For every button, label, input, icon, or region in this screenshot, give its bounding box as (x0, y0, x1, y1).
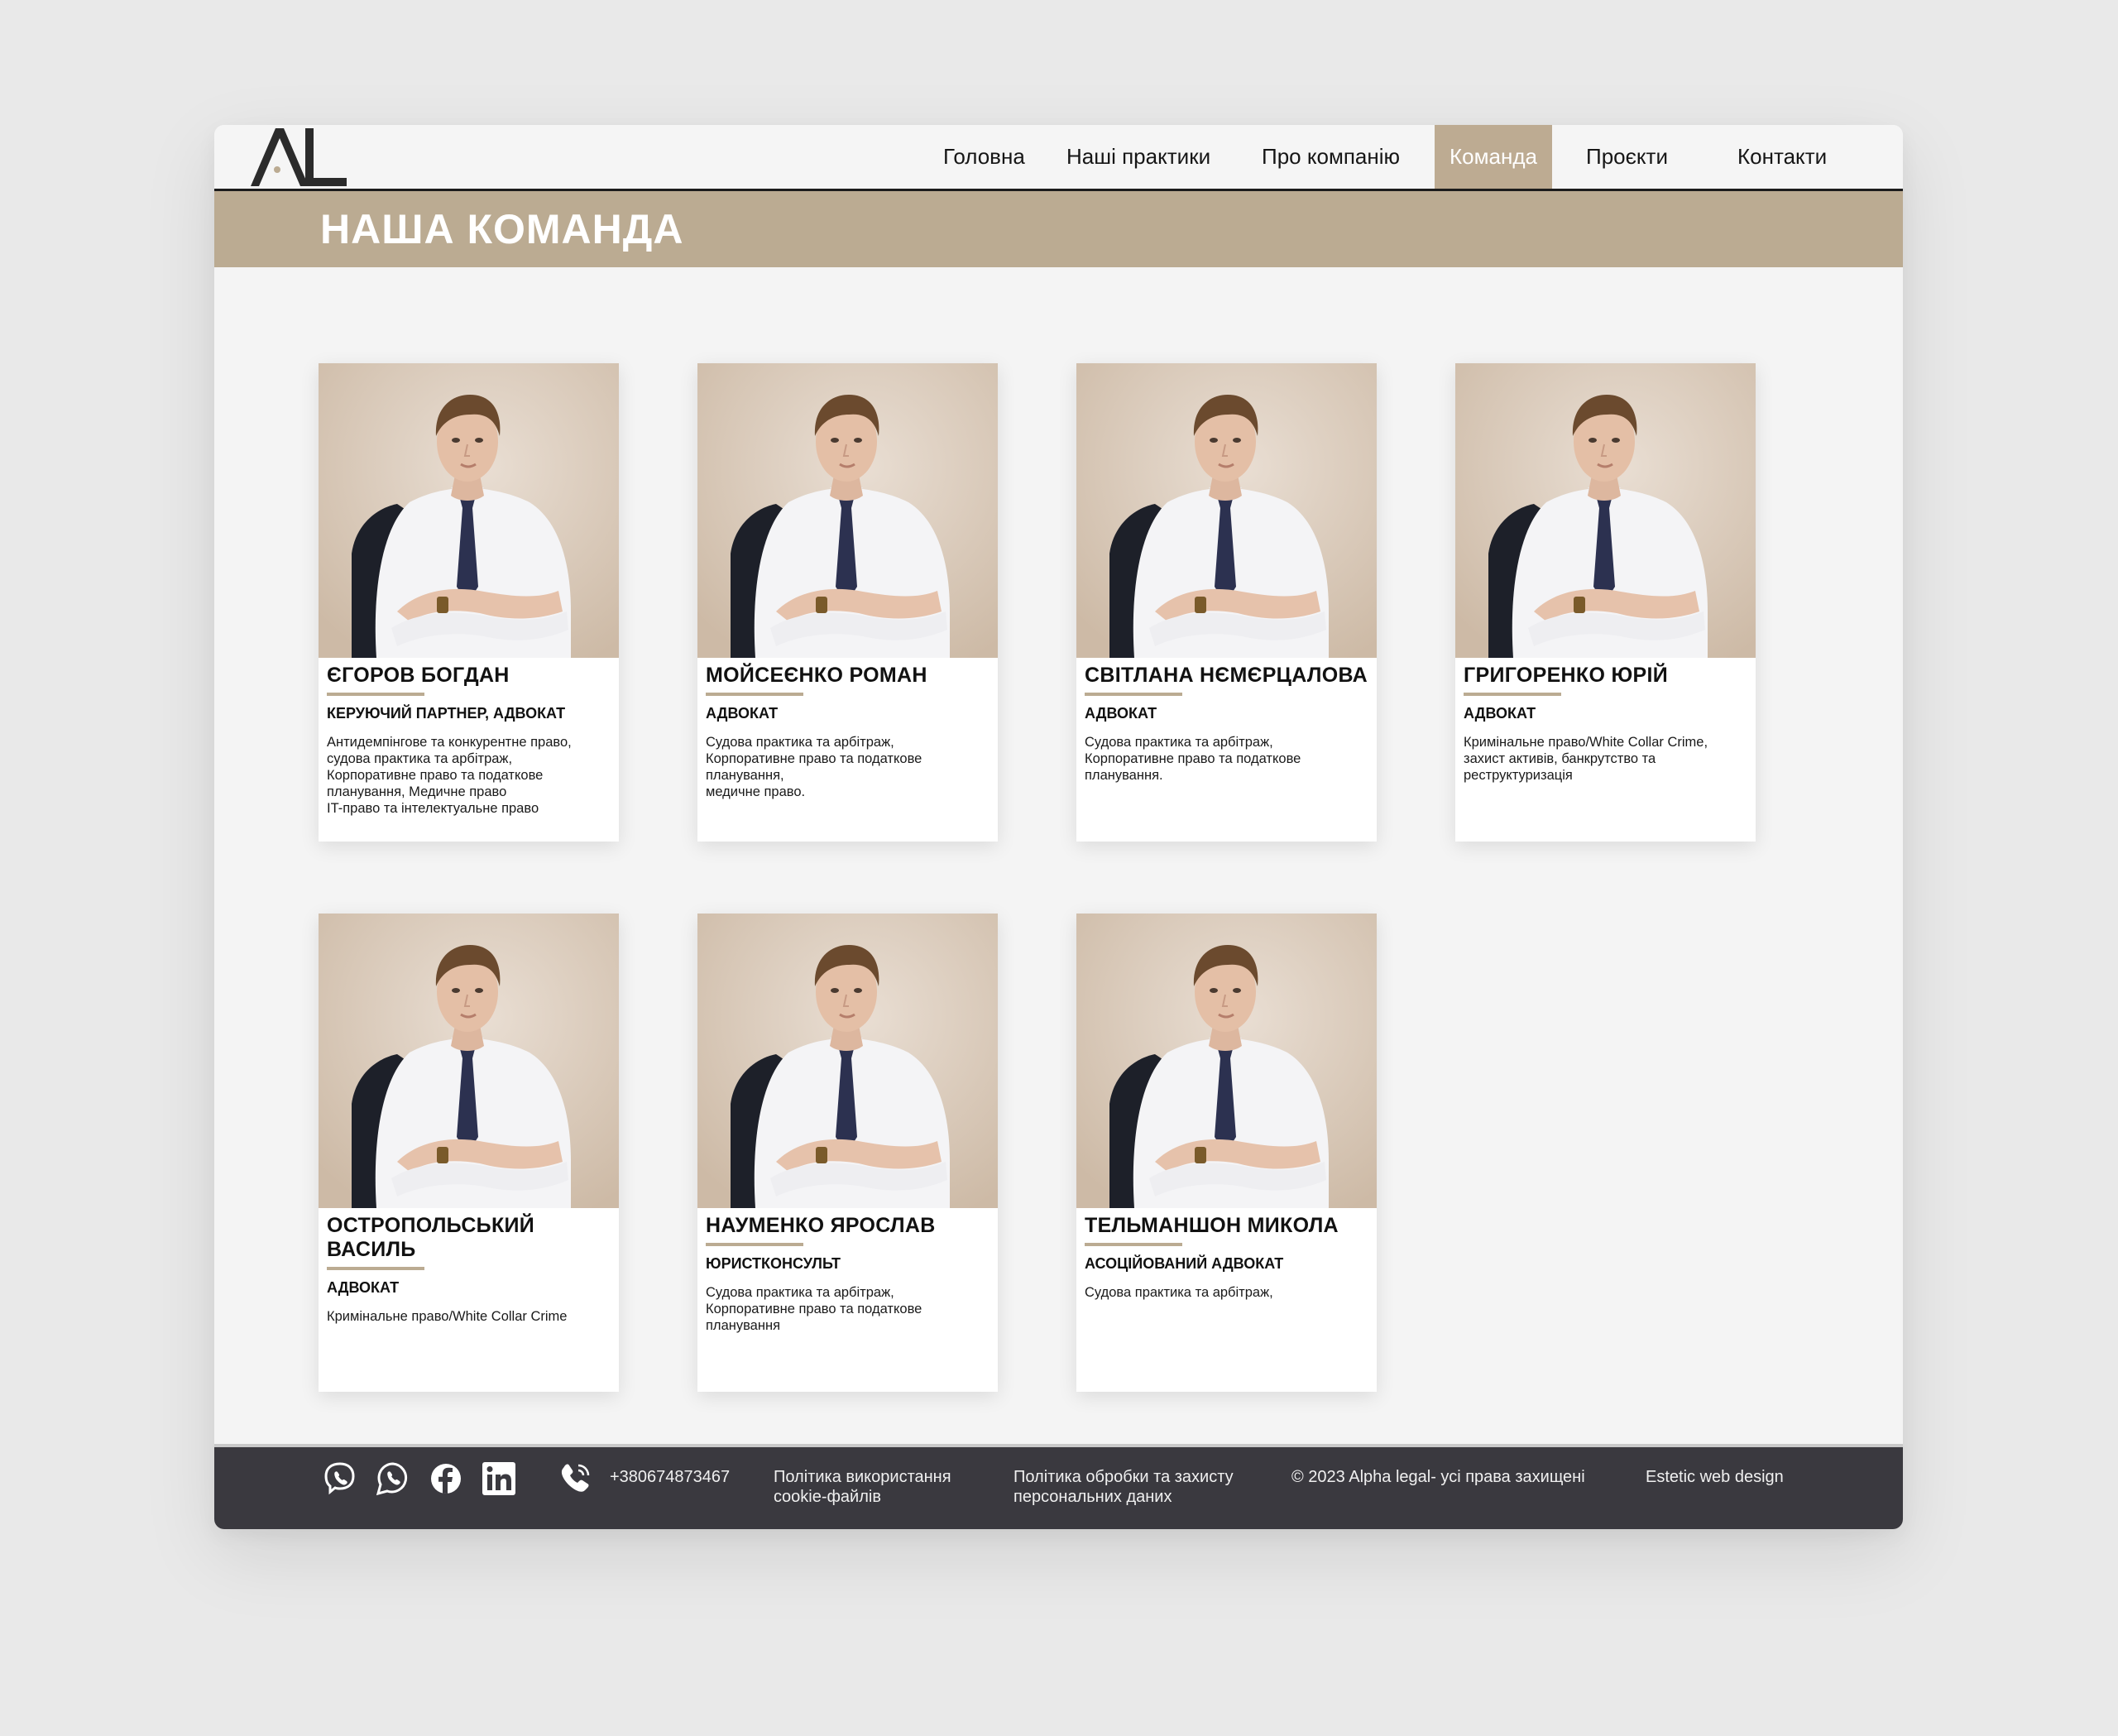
viber-icon[interactable] (322, 1460, 358, 1497)
member-photo (1076, 914, 1377, 1208)
member-name: ТЕЛЬМАНШОН МИКОЛА (1085, 1214, 1339, 1237)
member-description: Антидемпінгове та конкурентне право, суд… (327, 735, 572, 816)
accent-divider (706, 693, 803, 696)
member-photo (319, 363, 619, 658)
accent-divider (706, 1243, 803, 1246)
member-description: Судова практика та арбітраж, Корпоративн… (1085, 735, 1301, 783)
member-name: МОЙСЕЄНКО РОМАН (706, 664, 927, 687)
member-description: Кримінальне право/White Collar Crime, за… (1464, 735, 1708, 783)
facebook-icon[interactable] (428, 1460, 464, 1497)
nav-practices[interactable]: Наші практики (1052, 125, 1225, 189)
copyright: © 2023 Alpha legal- усі права захищені (1291, 1468, 1585, 1486)
team-card[interactable]: ОСТРОПОЛЬСЬКИЙ ВАСИЛЬ АДВОКАТ Кримінальн… (319, 914, 619, 1392)
footer-phone[interactable]: +380674873467 (610, 1467, 730, 1487)
member-name: ЄГОРОВ БОГДАН (327, 664, 510, 687)
member-photo (319, 914, 619, 1208)
browser-window: Головна Наші практики Про компанію Коман… (214, 125, 1903, 1529)
member-role: АДВОКАТ (1085, 705, 1157, 722)
member-description: Судова практика та арбітраж, Корпоративн… (706, 1285, 922, 1333)
nav-contacts[interactable]: Контакти (1723, 125, 1842, 189)
al-logo-icon (251, 128, 347, 186)
member-name: ГРИГОРЕНКО ЮРІЙ (1464, 664, 1669, 687)
team-card[interactable]: ГРИГОРЕНКО ЮРІЙ АДВОКАТ Кримінальне прав… (1455, 363, 1756, 842)
privacy-policy-link[interactable]: Політика обробки та захисту персональних… (1013, 1467, 1234, 1507)
member-photo (697, 914, 998, 1208)
member-role: КЕРУЮЧИЙ ПАРТНЕР, АДВОКАТ (327, 705, 566, 722)
member-description: Кримінальне право/White Collar Crime (327, 1309, 568, 1324)
member-description: Судова практика та арбітраж, Корпоративн… (706, 735, 922, 799)
team-card[interactable]: СВІТЛАНА НЄМЄРЦАЛОВА АДВОКАТ Судова прак… (1076, 363, 1377, 842)
team-card[interactable]: НАУМЕНКО ЯРОСЛАВ ЮРИСТКОНСУЛЬТ Судова пр… (697, 914, 998, 1392)
team-card[interactable]: ЄГОРОВ БОГДАН КЕРУЮЧИЙ ПАРТНЕР, АДВОКАТ … (319, 363, 619, 842)
nav-about[interactable]: Про компанію (1247, 125, 1415, 189)
credit-link[interactable]: Estetic web design (1646, 1467, 1784, 1487)
whatsapp-icon[interactable] (375, 1460, 411, 1497)
team-card[interactable]: ТЕЛЬМАНШОН МИКОЛА АСОЦІЙОВАНИЙ АДВОКАТ С… (1076, 914, 1377, 1392)
nav-team[interactable]: Команда (1435, 125, 1552, 189)
site-header: Головна Наші практики Про компанію Коман… (214, 125, 1903, 191)
phone-icon (557, 1460, 593, 1497)
member-role: АСОЦІЙОВАНИЙ АДВОКАТ (1085, 1255, 1284, 1272)
accent-divider (1085, 1243, 1182, 1246)
member-description: Судова практика та арбітраж, (1085, 1285, 1273, 1300)
member-role: ЮРИСТКОНСУЛЬТ (706, 1255, 841, 1272)
member-photo (1455, 363, 1756, 658)
accent-divider (1464, 693, 1561, 696)
member-name: СВІТЛАНА НЄМЄРЦАЛОВА (1085, 664, 1368, 687)
nav-home[interactable]: Головна (928, 125, 1040, 189)
member-photo (697, 363, 998, 658)
team-card[interactable]: МОЙСЕЄНКО РОМАН АДВОКАТ Судова практика … (697, 363, 998, 842)
cookie-policy-link[interactable]: Політика використання cookie-файлів (774, 1467, 951, 1507)
member-role: АДВОКАТ (327, 1279, 400, 1296)
accent-divider (327, 693, 424, 696)
logo[interactable] (249, 127, 348, 188)
member-name: НАУМЕНКО ЯРОСЛАВ (706, 1214, 936, 1237)
accent-divider (327, 1267, 424, 1270)
member-photo (1076, 363, 1377, 658)
site-footer: +380674873467 Політика використання cook… (214, 1444, 1903, 1529)
member-name: ОСТРОПОЛЬСЬКИЙ ВАСИЛЬ (327, 1214, 535, 1261)
nav-projects[interactable]: Проєкти (1571, 125, 1683, 189)
accent-divider (1085, 693, 1182, 696)
member-role: АДВОКАТ (1464, 705, 1536, 722)
page-banner: НАША КОМАНДА (214, 191, 1903, 267)
linkedin-icon[interactable] (481, 1460, 517, 1497)
member-role: АДВОКАТ (706, 705, 779, 722)
page-title: НАША КОМАНДА (320, 206, 684, 252)
